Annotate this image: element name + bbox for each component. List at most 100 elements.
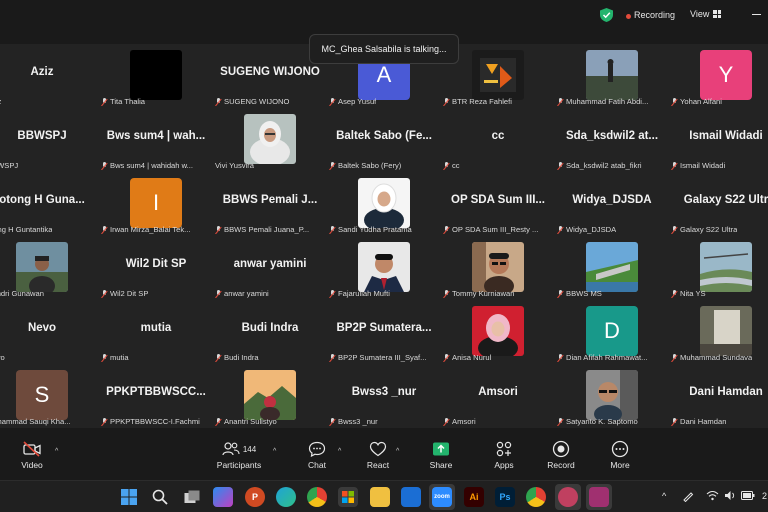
shield-check-icon[interactable] [600, 8, 613, 22]
participants-options-caret-icon[interactable]: ^ [273, 448, 276, 455]
participant-name: Aziz [0, 97, 1, 106]
participant-caption: BBWS Pemali Juana_P... [215, 225, 325, 234]
participant-tile[interactable]: Amsori Amsori [441, 364, 555, 428]
participant-tile[interactable]: Sandi Yudha Pratama [327, 172, 441, 236]
participant-tile[interactable]: Nevo Nevo [0, 300, 99, 364]
share-button[interactable]: Share [415, 438, 467, 470]
participant-tile[interactable]: Muhammad Fatih Abdi... [555, 44, 669, 108]
mic-muted-icon [671, 225, 678, 234]
participant-tile[interactable]: Fajarullah Mufti [327, 236, 441, 300]
battery-icon[interactable] [741, 491, 755, 500]
apps-button[interactable]: Apps [478, 438, 530, 470]
participant-tile[interactable]: BBWSPJ BBWSPJ [0, 108, 99, 172]
copilot-icon[interactable] [213, 487, 233, 507]
mic-muted-icon [215, 225, 222, 234]
mic-muted-icon [215, 353, 222, 362]
powerpoint-icon[interactable]: P [245, 487, 265, 507]
participant-tile[interactable]: Anisa Nurul [441, 300, 555, 364]
participant-tile[interactable]: mutia mutia [99, 300, 213, 364]
illustrator-icon[interactable]: Ai [464, 487, 484, 507]
participant-tile[interactable]: Galaxy S22 Ultr Galaxy S22 Ultra [669, 172, 768, 236]
participant-tile[interactable]: Sda_ksdwil2 at... Sda_ksdwil2 atab_fikri [555, 108, 669, 172]
participant-tile[interactable]: Nita YS [669, 236, 768, 300]
participant-name: Sda_ksdwil2 atab_fikri [566, 161, 642, 170]
participant-caption: Nevo [0, 353, 97, 362]
participant-name: Amsori [452, 417, 476, 426]
participant-display-name: cc [491, 130, 505, 142]
wifi-icon[interactable] [706, 490, 719, 501]
speaker-icon[interactable] [724, 490, 736, 501]
chat-button[interactable]: Chat [291, 438, 343, 470]
participant-tile[interactable]: PPKPTBBWSCC... PPKPTBBWSCC-I.Fachmi [99, 364, 213, 428]
participant-name: SUGENG WIJONO [224, 97, 290, 106]
participant-tile[interactable]: Widya_DJSDA Widya_DJSDA [555, 172, 669, 236]
mic-muted-icon [101, 97, 108, 106]
zoom-icon[interactable]: zoom [432, 487, 452, 507]
share-screen-icon [433, 442, 449, 456]
participant-tile[interactable]: Budi Indra Budi Indra [213, 300, 327, 364]
participant-tile[interactable]: OP SDA Sum III... OP SDA Sum III_Resty ..… [441, 172, 555, 236]
participant-display-name: Wil2 Dit SP [125, 258, 187, 270]
participant-tile[interactable]: Dani Hamdan Dani Hamdan [669, 364, 768, 428]
clock-fragment[interactable]: 2 [762, 491, 767, 501]
participant-caption: Yohan Alfani [671, 97, 768, 106]
participant-tile[interactable]: Bws sum4 | wah... Bws sum4 | wahidah w... [99, 108, 213, 172]
video-button[interactable]: Video [6, 438, 58, 470]
search-icon[interactable] [150, 487, 170, 507]
participant-tile[interactable]: cc cc [441, 108, 555, 172]
chrome-icon[interactable] [307, 487, 327, 507]
participant-video [244, 114, 296, 164]
participant-caption: Fajarullah Mufti [329, 289, 439, 298]
mic-muted-icon [557, 161, 564, 170]
participant-tile[interactable]: D Dian Afifah Rahmawat... [555, 300, 669, 364]
participant-caption: Anantri Sulistyo [215, 417, 325, 426]
tray-overflow-icon[interactable]: ^ [662, 491, 666, 501]
chat-label: Chat [308, 460, 326, 470]
participant-tile[interactable]: SMuhammad Sauqi Kha... [0, 364, 99, 428]
chrome-profile-icon[interactable] [526, 487, 546, 507]
task-view-icon[interactable] [182, 487, 202, 507]
participant-name: BBWS MS [566, 289, 602, 298]
more-button[interactable]: More [594, 438, 646, 470]
participant-tile[interactable]: Ismail Widadi Ismail Widadi [669, 108, 768, 172]
minimize-icon[interactable] [752, 14, 761, 15]
participant-tile[interactable]: otong H Guna... otong H Guntantika [0, 172, 99, 236]
participant-display-name: Widya_DJSDA [572, 194, 652, 206]
react-options-caret-icon[interactable]: ^ [396, 448, 399, 455]
mic-muted-icon [443, 353, 450, 362]
edge-icon[interactable] [276, 487, 296, 507]
photoshop-icon[interactable]: Ps [495, 487, 515, 507]
pen-icon[interactable] [682, 490, 694, 502]
participant-tile[interactable]: Baltek Sabo (Fe... Baltek Sabo (Fery) [327, 108, 441, 172]
recording-label[interactable]: Recording [634, 10, 675, 20]
windows-start-icon[interactable] [119, 487, 139, 507]
file-explorer-icon[interactable] [370, 487, 390, 507]
view-button[interactable]: View [690, 9, 722, 19]
participant-tile[interactable]: Wil2 Dit SP Wil2 Dit SP [99, 236, 213, 300]
store-icon[interactable] [338, 487, 358, 507]
participant-tile[interactable]: BBWS MS [555, 236, 669, 300]
participant-tile[interactable]: Y Yohan Alfani [669, 44, 768, 108]
participants-button[interactable]: 144 Participants [213, 438, 265, 470]
participant-avatar: S [16, 370, 68, 420]
record-button[interactable]: Record [535, 438, 587, 470]
participant-tile[interactable]: Anantri Sulistyo [213, 364, 327, 428]
participant-tile[interactable]: Aziz Aziz [0, 44, 99, 108]
participant-tile[interactable]: anwar yamini anwar yamini [213, 236, 327, 300]
participant-tile[interactable]: Bwss3 _nur Bwss3 _nur [327, 364, 441, 428]
participant-tile[interactable]: I Irwan Mirza_Balai Tek... [99, 172, 213, 236]
participant-tile[interactable]: Tommy Kurniawan [441, 236, 555, 300]
outlook-icon[interactable] [401, 487, 421, 507]
chat-options-caret-icon[interactable]: ^ [338, 448, 341, 455]
participant-tile[interactable]: BP2P Sumatera... BP2P Sumatera III_Syaf..… [327, 300, 441, 364]
mic-muted-icon [215, 289, 222, 298]
participant-tile[interactable]: Tita Thalia [99, 44, 213, 108]
participant-tile[interactable]: BBWS Pemali J... BBWS Pemali Juana_P... [213, 172, 327, 236]
media-player-icon[interactable] [558, 487, 578, 507]
participant-tile[interactable]: Hendri Gunawan [0, 236, 99, 300]
video-options-caret-icon[interactable]: ^ [55, 448, 58, 455]
participant-tile[interactable]: Vivi Yusvira [213, 108, 327, 172]
snipping-tool-icon[interactable] [589, 487, 609, 507]
participant-tile[interactable]: Satyanto K. Saptomo [555, 364, 669, 428]
participant-tile[interactable]: Muhammad Sundava [669, 300, 768, 364]
